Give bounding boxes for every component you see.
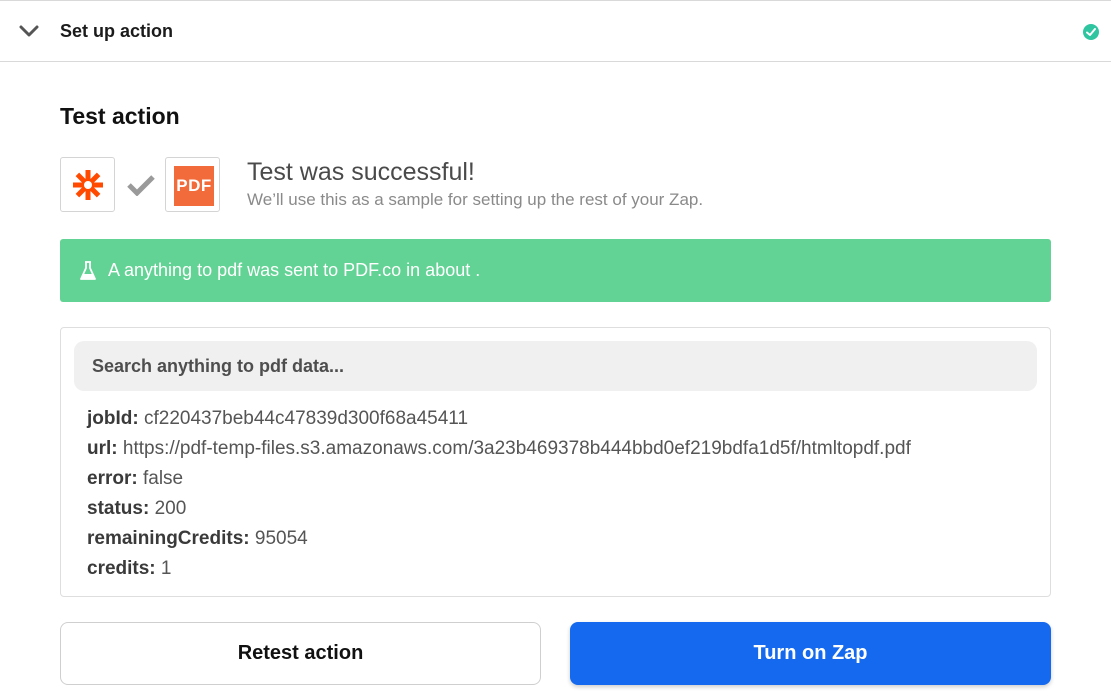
check-icon	[127, 175, 155, 196]
test-action-heading: Test action	[60, 103, 180, 129]
sample-data-panel: jobId: cf220437beb44c47839d300f68a45411 …	[60, 327, 1051, 597]
field-value: 200	[154, 498, 187, 519]
field-row-remaining-credits: remainingCredits: 95054	[87, 528, 308, 550]
field-value: false	[142, 468, 184, 489]
result-banner: A anything to pdf was sent to PDF.co in …	[60, 239, 1051, 302]
setup-action-title: Set up action	[60, 21, 174, 41]
field-row-jobid: jobId: cf220437beb44c47839d300f68a45411	[87, 408, 468, 430]
search-input[interactable]	[74, 341, 1037, 391]
field-key: remainingCredits:	[87, 528, 250, 549]
field-value: https://pdf-temp-files.s3.amazonaws.com/…	[122, 438, 911, 459]
field-value: 1	[160, 558, 172, 579]
field-value: 95054	[254, 528, 308, 549]
field-key: error:	[87, 468, 138, 489]
field-row-error: error: false	[87, 468, 183, 490]
field-row-status: status: 200	[87, 498, 186, 520]
field-value: cf220437beb44c47839d300f68a45411	[143, 408, 469, 429]
success-title: Test was successful!	[247, 158, 475, 186]
field-key: url:	[87, 438, 118, 459]
setup-action-header[interactable]: Set up action	[0, 0, 1111, 62]
field-key: status:	[87, 498, 150, 519]
field-key: jobId:	[87, 408, 139, 429]
pdfco-app-badge: PDF	[165, 157, 220, 212]
check-circle-icon	[1083, 24, 1099, 40]
zapier-asterisk-icon	[73, 170, 103, 200]
success-subtitle: We’ll use this as a sample for setting u…	[247, 190, 704, 209]
retest-action-button[interactable]: Retest action	[60, 622, 541, 685]
chevron-down-icon[interactable]	[19, 24, 39, 40]
zapier-app-badge	[60, 157, 115, 212]
flask-icon	[80, 261, 96, 280]
field-key: credits:	[87, 558, 156, 579]
banner-text: A anything to pdf was sent to PDF.co in …	[108, 260, 481, 280]
pdf-icon: PDF	[174, 166, 214, 206]
field-row-credits: credits: 1	[87, 558, 172, 580]
turn-on-zap-button[interactable]: Turn on Zap	[570, 622, 1051, 685]
field-row-url: url: https://pdf-temp-files.s3.amazonaws…	[87, 438, 911, 460]
